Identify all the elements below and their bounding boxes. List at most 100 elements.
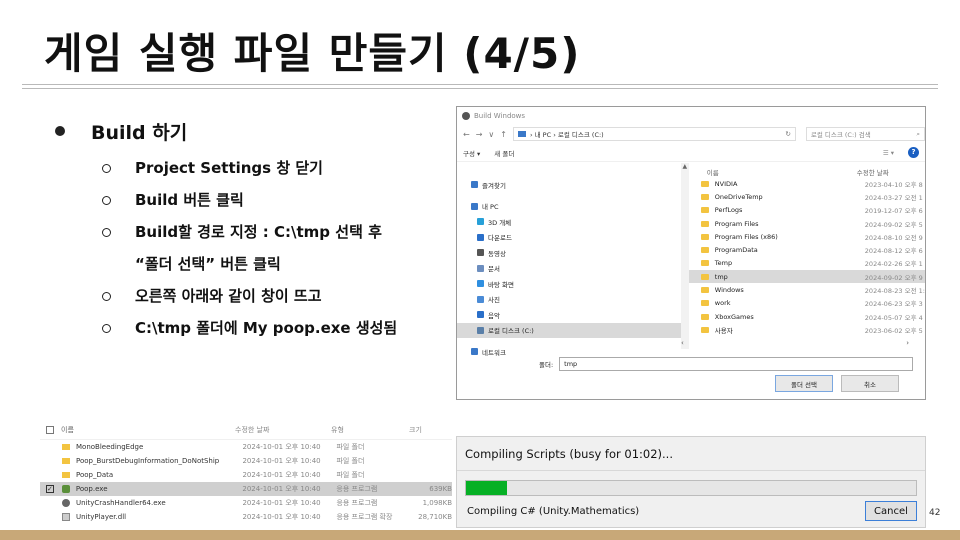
address-bar[interactable]: › 내 PC › 로컬 디스크 (C:) ↻ xyxy=(512,127,796,141)
column-type[interactable]: 유형 xyxy=(331,425,409,435)
up-arrow-icon[interactable]: ↑ xyxy=(500,130,507,139)
bullet-dot xyxy=(55,126,65,136)
sub-bullet-ring xyxy=(102,292,111,301)
back-arrow-icon[interactable]: ← xyxy=(463,130,470,139)
file-row[interactable]: XboxGames 2024-05-07 오후 4 xyxy=(689,310,925,323)
nav-item-favorites[interactable]: 즐겨찾기 xyxy=(457,177,689,193)
scroll-up-icon[interactable]: ▲ xyxy=(681,163,689,170)
nav-item-local-disk[interactable]: 로컬 디스크 (C:) xyxy=(457,322,689,338)
row-checkbox-checked[interactable]: ✓ xyxy=(46,485,54,493)
row-date: 2024-10-01 오후 10:40 xyxy=(242,513,321,521)
folder-icon xyxy=(62,472,70,478)
explorer-row[interactable]: UnityCrashHandler64.exe 2024-10-01 오후 10:… xyxy=(40,496,452,510)
explorer-row[interactable]: Poop_Data 2024-10-01 오후 10:40 파일 폴더 xyxy=(40,468,452,482)
file-name: Temp xyxy=(714,259,733,268)
horizontal-scrollbar[interactable]: ‹ › xyxy=(675,339,915,349)
search-placeholder: 로컬 디스크 (C:) 검색 xyxy=(810,131,871,139)
nav-item-downloads[interactable]: 다운로드 xyxy=(457,230,689,246)
file-row[interactable]: Program Files (x86) 2024-08-10 오전 9 xyxy=(689,230,925,243)
row-name: UnityCrashHandler64.exe xyxy=(76,499,166,507)
select-all-checkbox[interactable] xyxy=(46,425,54,434)
explorer-row[interactable]: Poop_BurstDebugInformation_DoNotShip 2024… xyxy=(40,454,452,468)
column-modified[interactable]: 수정한 날짜 xyxy=(857,167,889,177)
file-name: tmp xyxy=(714,272,728,281)
organize-button[interactable]: 구성 ▾ xyxy=(463,148,480,158)
folder-icon xyxy=(700,247,709,254)
nav-item-desktop[interactable]: 바탕 화면 xyxy=(457,276,689,292)
nav-item-documents[interactable]: 문서 xyxy=(457,261,689,277)
bullet-main: Build 하기 xyxy=(50,116,460,146)
compile-title: Compiling Scripts (busy for 01:02)... xyxy=(465,447,673,461)
sub-bullet: C:\tmp 폴더에 My poop.exe 생성됨 xyxy=(102,312,460,344)
unity-icon xyxy=(462,111,470,120)
scroll-right-icon[interactable]: › xyxy=(906,339,909,349)
view-options-icon[interactable]: ☰ ▾ xyxy=(883,149,894,157)
explorer-row[interactable]: UnityPlayer.dll 2024-10-01 오후 10:40 응용 프로그… xyxy=(40,510,452,524)
file-row[interactable]: work 2024-06-23 오후 3 xyxy=(689,297,925,310)
folder-icon xyxy=(700,207,709,214)
file-date: 2024-08-12 오후 6 xyxy=(864,247,923,256)
dialog-toolbar: 구성 ▾ 새 폴더 ☰ ▾ ? xyxy=(457,144,925,162)
compile-cancel-button[interactable]: Cancel xyxy=(865,501,917,521)
file-name: OneDriveTemp xyxy=(714,192,763,201)
unity-icon xyxy=(62,499,70,507)
nav-label: 동영상 xyxy=(488,249,506,258)
sub-bullet-text: Build 버튼 클릭 xyxy=(135,191,244,209)
help-icon[interactable]: ? xyxy=(908,147,919,158)
select-folder-button[interactable]: 폴더 선택 xyxy=(775,375,833,392)
row-name: UnityPlayer.dll xyxy=(76,513,127,521)
download-icon xyxy=(477,233,484,241)
forward-arrow-icon[interactable]: → xyxy=(476,130,483,139)
drive-icon xyxy=(477,326,484,334)
file-row[interactable]: PerfLogs 2019-12-07 오후 6 xyxy=(689,204,925,217)
explorer-row-selected[interactable]: ✓ Poop.exe 2024-10-01 오후 10:40 응용 프로그램 639KB xyxy=(40,482,452,496)
nav-item-3d-objects[interactable]: 3D 개체 xyxy=(457,214,689,230)
cancel-button[interactable]: 취소 xyxy=(841,375,899,392)
folder-label: 폴더: xyxy=(539,361,554,369)
sub-bullet-text: Project Settings 창 닫기 xyxy=(135,159,323,177)
file-row-selected[interactable]: tmp 2024-09-02 오후 9 xyxy=(688,270,925,284)
folder-icon xyxy=(62,458,70,464)
slide-title: 게임 실행 파일 만들기 (4/5) xyxy=(44,29,581,78)
nav-item-pictures[interactable]: 사진 xyxy=(457,292,689,308)
file-date: 2024-05-07 오후 4 xyxy=(864,313,923,322)
nav-label: 문서 xyxy=(488,265,500,274)
row-type: 응용 프로그램 xyxy=(336,499,378,507)
file-date: 2024-06-23 오후 3 xyxy=(864,300,923,309)
file-row[interactable]: Program Files 2024-09-02 오후 5 xyxy=(689,217,925,230)
compiling-scripts-dialog: Compiling Scripts (busy for 01:02)... Co… xyxy=(456,436,926,528)
column-size[interactable]: 크기 xyxy=(409,425,449,435)
video-icon xyxy=(477,249,484,257)
search-input[interactable]: 로컬 디스크 (C:) 검색 ⌕ xyxy=(805,127,925,141)
column-name[interactable]: 이름 xyxy=(707,167,857,177)
file-row[interactable]: OneDriveTemp 2024-03-27 오전 1 xyxy=(689,190,925,203)
column-name[interactable]: 이름 xyxy=(59,425,235,435)
dialog-title: Build Windows xyxy=(474,111,526,120)
nav-item-this-pc[interactable]: 내 PC xyxy=(457,199,689,215)
folder-icon xyxy=(700,300,709,307)
nav-scrollbar[interactable]: ▲ xyxy=(680,163,689,349)
row-type: 응용 프로그램 xyxy=(336,485,378,493)
file-row[interactable]: Temp 2024-02-26 오후 1 xyxy=(689,257,925,270)
new-folder-button[interactable]: 새 폴더 xyxy=(494,148,514,158)
row-date: 2024-10-01 오후 10:40 xyxy=(242,443,321,451)
folder-input[interactable]: tmp xyxy=(559,357,914,371)
file-date: 2024-08-23 오전 1: xyxy=(864,287,925,296)
explorer-row[interactable]: MonoBleedingEdge 2024-10-01 오후 10:40 파일 폴더 xyxy=(40,440,452,454)
file-date: 2024-02-26 오후 1 xyxy=(864,260,923,269)
scroll-left-icon[interactable]: ‹ xyxy=(681,339,684,349)
nav-item-videos[interactable]: 동영상 xyxy=(457,245,689,261)
compile-divider xyxy=(457,470,925,471)
recent-dropdown-icon[interactable]: ∨ xyxy=(488,130,494,139)
nav-item-music[interactable]: 음악 xyxy=(457,307,689,323)
row-name: Poop_Data xyxy=(76,471,114,479)
file-row[interactable]: ProgramData 2024-08-12 오후 6 xyxy=(689,243,925,256)
file-row[interactable]: Windows 2024-08-23 오전 1: xyxy=(689,283,925,296)
file-row[interactable]: 사용자 2023-06-02 오후 5 xyxy=(689,323,925,336)
page-number: 42 xyxy=(929,508,941,518)
folder-icon xyxy=(700,313,709,320)
file-row[interactable]: NVIDIA 2023-04-10 오후 8 xyxy=(689,177,925,190)
sub-bullet: 오른쪽 아래와 같이 창이 뜨고 xyxy=(102,280,460,312)
refresh-icon[interactable]: ↻ xyxy=(785,130,790,138)
column-date[interactable]: 수정한 날짜 xyxy=(235,425,331,435)
